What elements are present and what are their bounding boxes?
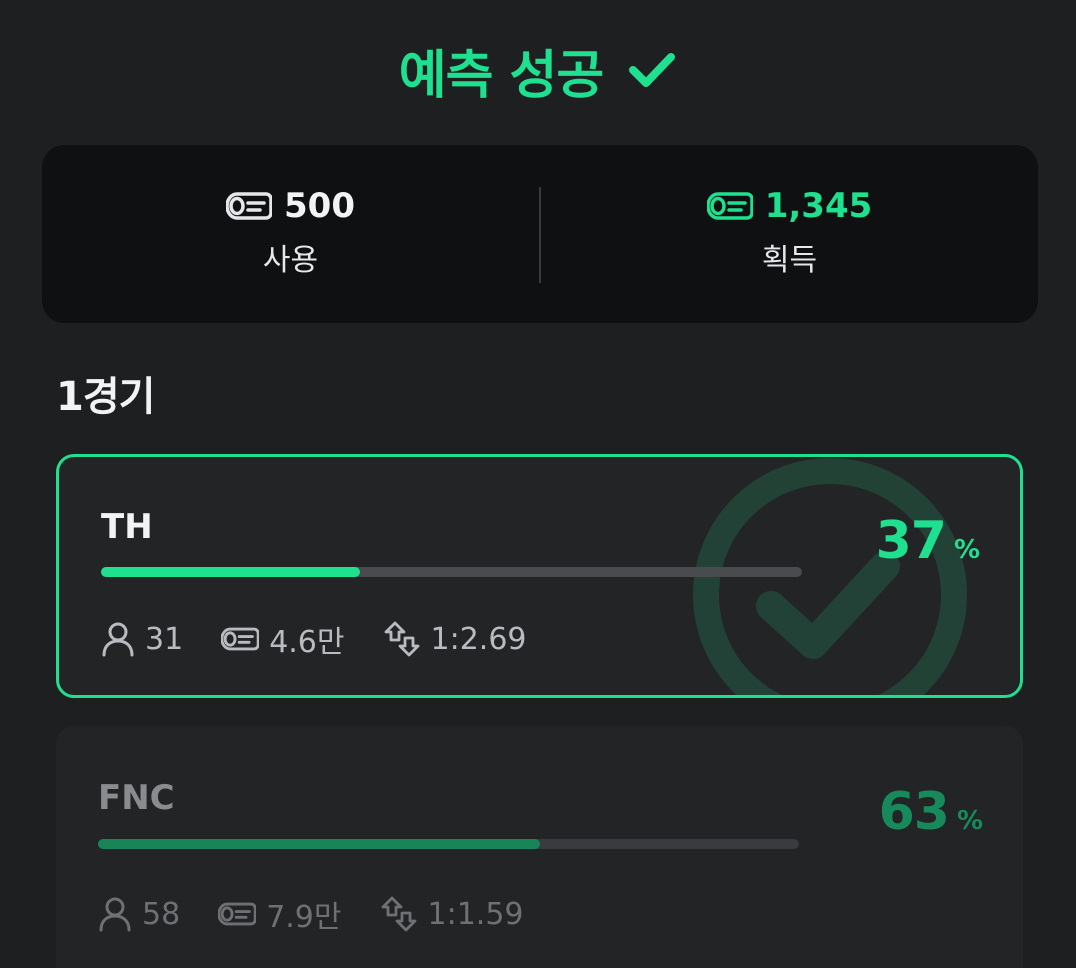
- percent-value: 37: [875, 511, 947, 571]
- swap-arrows-icon: [381, 896, 416, 932]
- odds-value: 1:1.59: [427, 896, 524, 932]
- vote-bar: [98, 839, 799, 849]
- vote-percent: 63 %: [879, 782, 983, 842]
- team-name: FNC: [98, 778, 175, 818]
- pool-stat: 4.6만: [221, 617, 345, 661]
- prediction-result-screen: 예측 성공 500 사용 1,345 획득 1경기 TH 37 % 31 4.6…: [0, 0, 1076, 968]
- earned-amount: 1,345: [764, 186, 873, 226]
- result-title: 예측 성공: [398, 45, 604, 106]
- points-earned: 1,345 획득: [541, 145, 1038, 323]
- odds-stat: 1:1.59: [380, 895, 524, 933]
- swap-arrows-icon: [384, 621, 419, 657]
- percent-sign: %: [953, 535, 980, 565]
- participants-stat: 58: [98, 896, 180, 932]
- odds-stat: 1:2.69: [383, 620, 527, 658]
- points-used: 500 사용: [42, 145, 539, 323]
- coin-ticket-icon: [226, 192, 272, 220]
- pool-amount: 4.6만: [269, 625, 345, 660]
- team-stats: 31 4.6만 1:2.69: [101, 617, 565, 661]
- coin-ticket-icon: [221, 627, 260, 651]
- coin-ticket-icon: [218, 902, 257, 926]
- used-amount: 500: [284, 186, 355, 226]
- pool-amount: 7.9만: [266, 900, 342, 935]
- vote-bar-fill: [101, 567, 361, 577]
- team-card-fnc[interactable]: FNC 63 % 58 7.9만 1:1.59: [56, 726, 1023, 968]
- percent-sign: %: [956, 806, 983, 836]
- team-card-th[interactable]: TH 37 % 31 4.6만 1:2.69: [56, 454, 1023, 698]
- participants-count: 31: [145, 621, 184, 657]
- percent-value: 63: [878, 782, 950, 842]
- checkmark-icon: [629, 53, 676, 87]
- vote-bar-fill: [98, 839, 540, 849]
- team-stats: 58 7.9만 1:1.59: [98, 892, 562, 936]
- result-header: 예측 성공: [0, 30, 1076, 110]
- team-name: TH: [101, 507, 153, 547]
- vote-percent: 37 %: [876, 511, 980, 571]
- participants-count: 58: [142, 896, 181, 932]
- used-label: 사용: [262, 243, 319, 278]
- user-icon: [102, 622, 134, 657]
- odds-value: 1:2.69: [430, 621, 527, 657]
- vote-bar: [101, 567, 802, 577]
- user-icon: [99, 897, 131, 932]
- match-title: 1경기: [56, 374, 155, 420]
- pool-stat: 7.9만: [218, 892, 342, 936]
- coin-ticket-icon: [706, 192, 753, 220]
- participants-stat: 31: [101, 621, 183, 657]
- earned-label: 획득: [761, 243, 818, 278]
- points-summary: 500 사용 1,345 획득: [42, 145, 1038, 323]
